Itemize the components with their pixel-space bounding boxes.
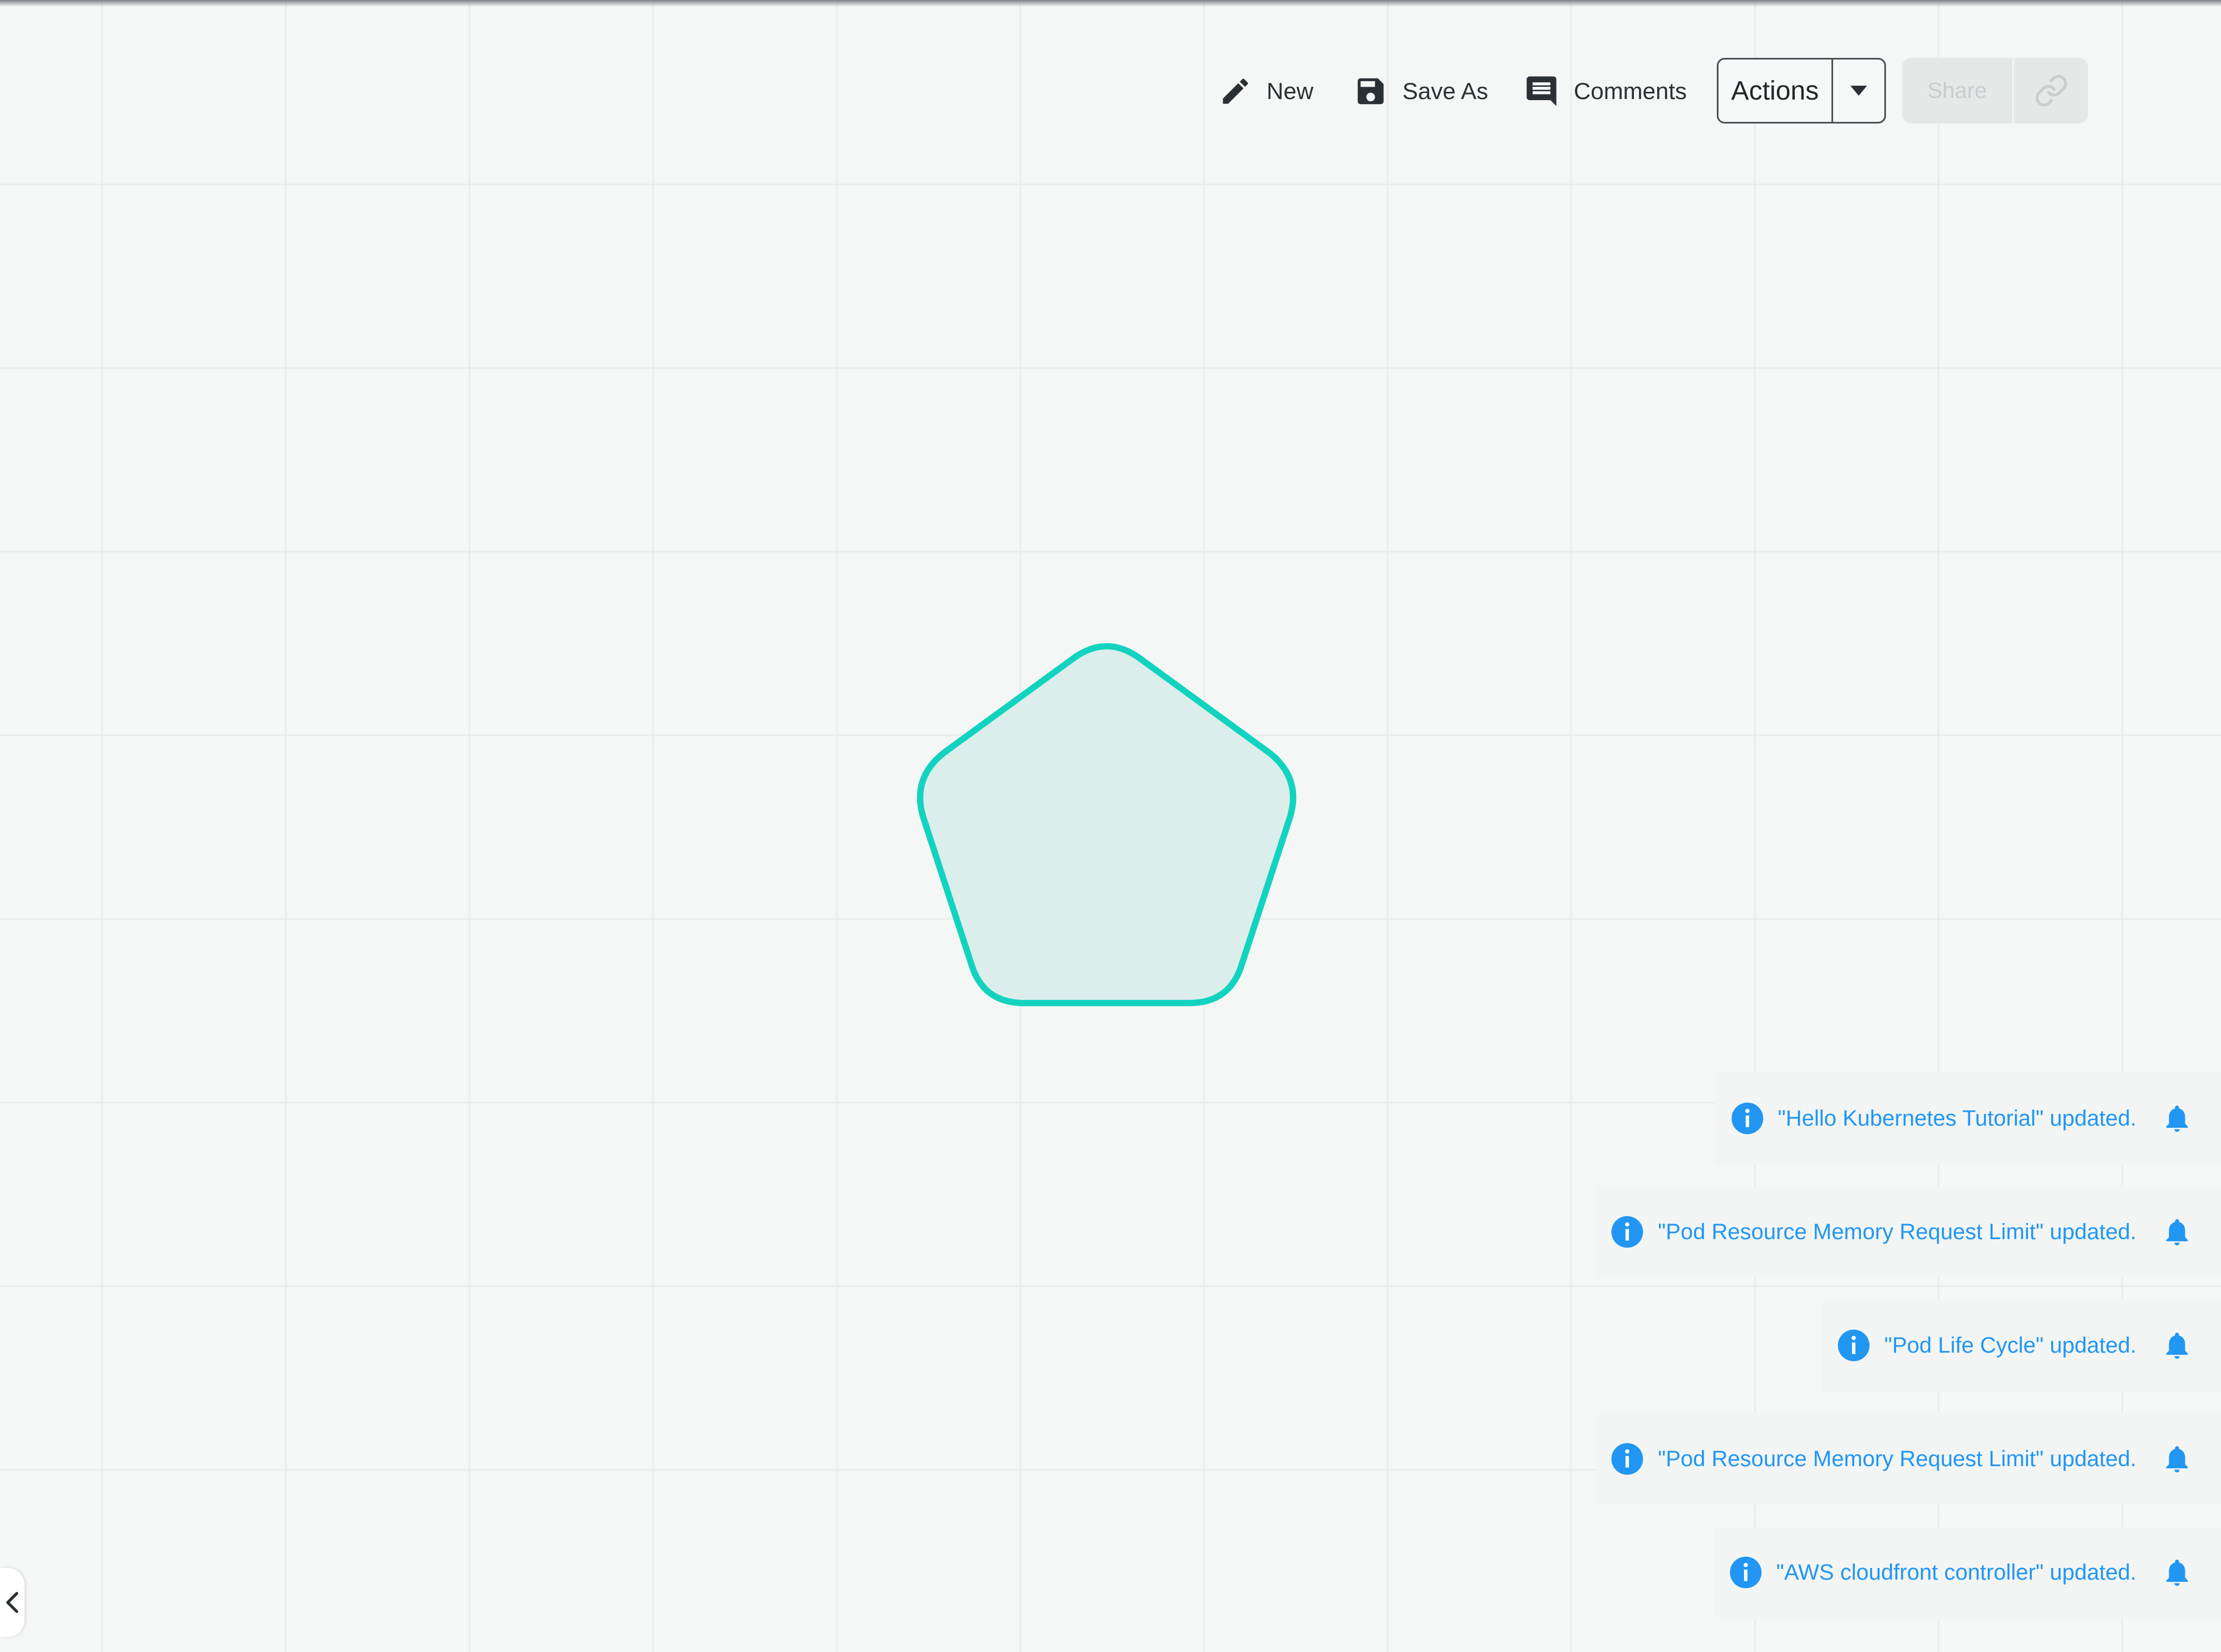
notification-message: "Pod Resource Memory Request Limit" upda…: [1658, 1446, 2136, 1471]
bell-icon: [2161, 1442, 2193, 1476]
pencil-icon: [1219, 75, 1252, 108]
actions-split-button: Actions: [1717, 58, 1886, 124]
link-icon: [2035, 75, 2067, 107]
share-group: Share: [1902, 58, 2088, 124]
comment-icon: [1524, 73, 1559, 109]
notification-toast[interactable]: "Hello Kubernetes Tutorial" updated.: [1715, 1073, 2221, 1164]
info-icon: [1728, 1555, 1763, 1590]
notification-toast[interactable]: "Pod Resource Memory Request Limit" upda…: [1595, 1413, 2221, 1505]
bell-icon: [2161, 1555, 2193, 1590]
bell-icon: [2161, 1101, 2193, 1136]
notification-toast[interactable]: "Pod Life Cycle" updated.: [1821, 1300, 2221, 1391]
info-icon: [1610, 1215, 1644, 1249]
share-button[interactable]: Share: [1902, 58, 2014, 124]
bell-icon: [2161, 1328, 2193, 1363]
notification-message: "Pod Life Cycle" updated.: [1884, 1333, 2136, 1358]
copy-link-button[interactable]: [2014, 58, 2088, 124]
info-icon: [1610, 1442, 1644, 1476]
actions-button[interactable]: Actions: [1718, 60, 1833, 122]
bell-icon: [2161, 1215, 2193, 1249]
pentagon-shape[interactable]: [912, 634, 1301, 1035]
info-icon: [1836, 1328, 1871, 1363]
sidebar-collapse-toggle[interactable]: [0, 1568, 24, 1637]
notification-message: "Hello Kubernetes Tutorial" updated.: [1777, 1106, 2136, 1131]
comments-button[interactable]: Comments: [1524, 58, 1687, 125]
new-button-label: New: [1267, 78, 1314, 104]
notification-message: "AWS cloudfront controller" updated.: [1776, 1560, 2136, 1585]
actions-menu-toggle[interactable]: [1833, 60, 1884, 122]
notification-toast[interactable]: "Pod Resource Memory Request Limit" upda…: [1595, 1186, 2221, 1278]
new-button[interactable]: New: [1219, 58, 1313, 125]
save-as-button-label: Save As: [1402, 78, 1489, 104]
window-top-edge: [0, 0, 2221, 7]
chevron-left-icon: [6, 1592, 18, 1613]
info-icon: [1730, 1101, 1765, 1136]
notification-message: "Pod Resource Memory Request Limit" upda…: [1658, 1219, 2136, 1244]
floppy-disk-icon: [1353, 74, 1388, 109]
save-as-button[interactable]: Save As: [1353, 58, 1488, 125]
comments-button-label: Comments: [1574, 78, 1687, 104]
notification-toast[interactable]: "AWS cloudfront controller" updated.: [1713, 1527, 2221, 1618]
caret-down-icon: [1850, 86, 1867, 96]
